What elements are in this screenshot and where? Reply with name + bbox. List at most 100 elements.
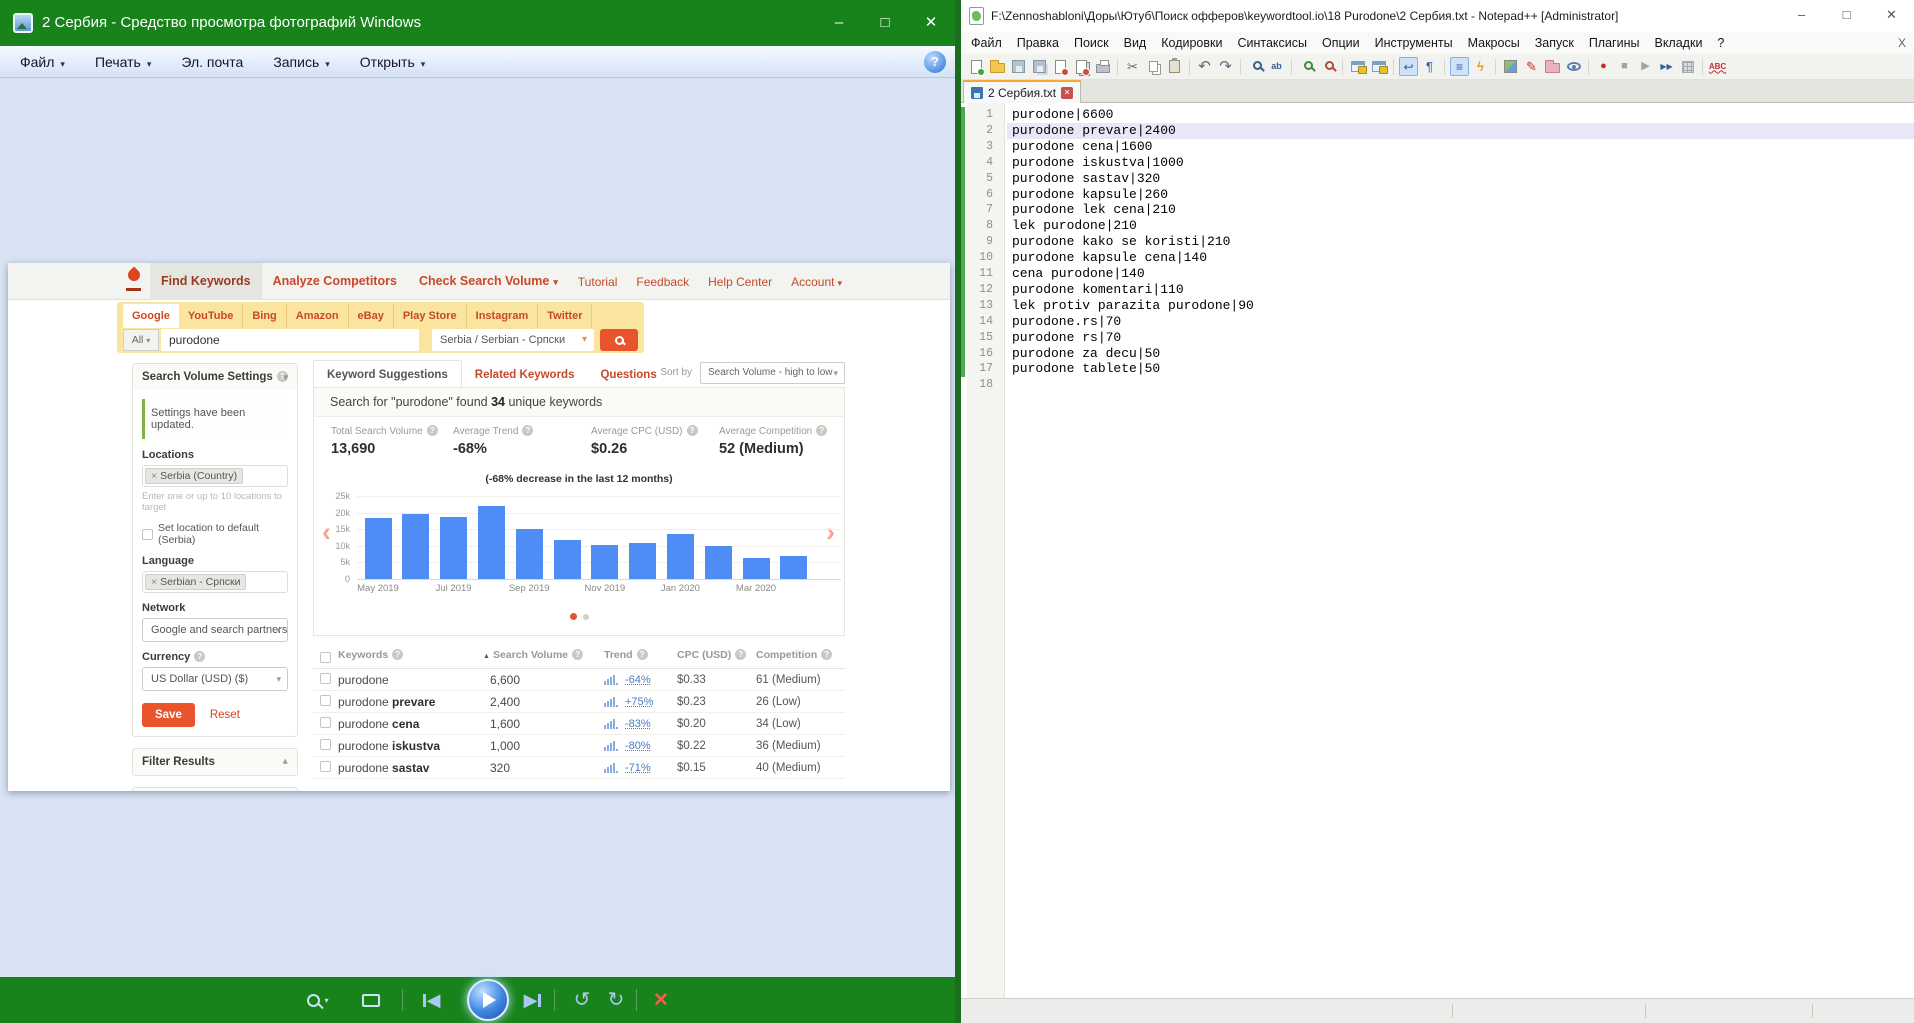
editor-line[interactable]: cena purodone|140 xyxy=(1012,266,1145,282)
editor-line[interactable]: purodone tablete|50 xyxy=(1012,361,1160,377)
table-row[interactable]: purodone6,600-64%$0.3361 (Medium) xyxy=(313,669,845,691)
editor-line[interactable]: purodone prevare|2400 xyxy=(1012,123,1176,139)
save-button[interactable]: Save xyxy=(142,703,195,727)
rotate-counterclockwise-button[interactable]: ↺ xyxy=(566,977,598,1023)
header-link-help-center[interactable]: Help Center xyxy=(708,275,772,289)
viewer-menu-item-1[interactable]: Файл xyxy=(20,54,65,70)
editor-line[interactable]: purodone.rs|70 xyxy=(1012,314,1121,330)
engine-tab-amazon[interactable]: Amazon xyxy=(287,304,349,328)
notepad-maximize-icon[interactable]: □ xyxy=(1824,0,1869,30)
table-row[interactable]: purodone cena1,600-83%$0.2034 (Low) xyxy=(313,713,845,735)
scope-dropdown[interactable]: All xyxy=(123,329,159,351)
nav-tab-analyze-competitors[interactable]: Analyze Competitors xyxy=(262,263,408,300)
toolbar-macro-save-icon[interactable] xyxy=(1678,57,1697,76)
search-volume-settings-header[interactable]: Search Volume Settings xyxy=(133,364,297,390)
notepad-menu-поиск[interactable]: Поиск xyxy=(1074,36,1109,50)
editor-line[interactable]: purodone rs|70 xyxy=(1012,330,1121,346)
editor-line[interactable]: purodone cena|1600 xyxy=(1012,139,1152,155)
location-tag[interactable]: ×Serbia (Country) xyxy=(145,468,243,484)
tag-remove-icon[interactable]: × xyxy=(151,576,157,588)
row-checkbox[interactable] xyxy=(320,761,331,772)
editor-line[interactable]: lek protiv parazita purodone|90 xyxy=(1012,298,1254,314)
trend-cell[interactable]: -64% xyxy=(625,669,651,691)
notepad-menu-плагины[interactable]: Плагины xyxy=(1589,36,1640,50)
notepad-close-icon[interactable]: ✕ xyxy=(1869,0,1914,30)
rotate-clockwise-button[interactable]: ↻ xyxy=(600,977,632,1023)
trend-cell[interactable]: -83% xyxy=(625,713,651,735)
toolbar-replace-icon[interactable]: ab xyxy=(1267,57,1286,76)
results-tab-related-keywords[interactable]: Related Keywords xyxy=(462,361,588,389)
editor-line[interactable]: purodone za decu|50 xyxy=(1012,346,1160,362)
negative-keywords-header[interactable]: Negative Keywords xyxy=(133,788,297,791)
toolbar-folder-as-workspace-icon[interactable] xyxy=(1543,57,1562,76)
reset-button[interactable]: Reset xyxy=(210,709,240,721)
network-select[interactable]: Google and search partners xyxy=(142,618,288,642)
row-checkbox[interactable] xyxy=(320,717,331,728)
nav-tab-find-keywords[interactable]: Find Keywords xyxy=(150,263,262,300)
viewer-menu-item-5[interactable]: Открыть xyxy=(360,54,426,70)
toolbar-paste-icon[interactable] xyxy=(1165,57,1184,76)
table-row[interactable]: purodone sastav320-71%$0.1540 (Medium) xyxy=(313,757,845,779)
notepad-menu-вкладки[interactable]: Вкладки xyxy=(1654,36,1702,50)
toolbar-save-all-icon[interactable] xyxy=(1030,57,1049,76)
notepad-menu-файл[interactable]: Файл xyxy=(971,36,1002,50)
zoom-tool[interactable]: ▾ xyxy=(298,977,338,1023)
engine-tab-youtube[interactable]: YouTube xyxy=(179,304,243,328)
document-tab[interactable]: 2 Сербия.txt ✕ xyxy=(963,80,1081,103)
toolbar-monitoring-icon[interactable] xyxy=(1564,57,1583,76)
engine-tab-ebay[interactable]: eBay xyxy=(349,304,394,328)
nav-tab-check-search-volume[interactable]: Check Search Volume xyxy=(408,263,569,300)
column-header-trend[interactable]: Trend xyxy=(604,649,648,661)
notepad-minimize-icon[interactable]: – xyxy=(1779,0,1824,30)
header-link-feedback[interactable]: Feedback xyxy=(636,275,689,289)
header-link-account[interactable]: Account xyxy=(791,275,842,289)
results-tab-questions[interactable]: Questions xyxy=(587,361,669,389)
chart-page-dot-1[interactable] xyxy=(570,613,577,620)
editor-line[interactable]: purodone kapsule cena|140 xyxy=(1012,250,1207,266)
toolbar-copy-icon[interactable] xyxy=(1144,57,1163,76)
engine-tab-google[interactable]: Google xyxy=(123,304,179,328)
engine-tab-bing[interactable]: Bing xyxy=(243,304,286,328)
editor-line[interactable]: purodone|6600 xyxy=(1012,107,1113,123)
next-button[interactable]: ▶ xyxy=(516,977,550,1023)
currency-select[interactable]: US Dollar (USD) ($) xyxy=(142,667,288,691)
trend-cell[interactable]: -71% xyxy=(625,757,651,779)
notepad-menu-запуск[interactable]: Запуск xyxy=(1535,36,1574,50)
trend-cell[interactable]: +75% xyxy=(625,691,653,713)
row-checkbox[interactable] xyxy=(320,695,331,706)
toolbar-new-file-icon[interactable] xyxy=(967,57,986,76)
toolbar-spell-check-icon[interactable]: ABC xyxy=(1708,57,1727,76)
toolbar-save-file-icon[interactable] xyxy=(1009,57,1028,76)
tab-close-icon[interactable]: ✕ xyxy=(1061,87,1073,99)
language-input[interactable]: ×Serbian - Српски xyxy=(142,571,288,593)
notepad-menu-макросы[interactable]: Макросы xyxy=(1468,36,1520,50)
viewer-menu-item-2[interactable]: Печать xyxy=(95,54,151,70)
toolbar-function-list-icon[interactable]: ✎ xyxy=(1522,57,1541,76)
notepad-menu-вид[interactable]: Вид xyxy=(1124,36,1147,50)
text-editor-area[interactable]: 1purodone|66002purodone prevare|24003pur… xyxy=(961,103,1914,998)
editor-line[interactable]: lek purodone|210 xyxy=(1012,218,1137,234)
chart-page-dot-2[interactable] xyxy=(583,614,589,620)
toolbar-close-file-icon[interactable] xyxy=(1051,57,1070,76)
toolbar-redo-icon[interactable]: ↷ xyxy=(1216,57,1235,76)
menubar-close-icon[interactable]: X xyxy=(1898,36,1906,50)
editor-line[interactable]: purodone kapsule|260 xyxy=(1012,187,1168,203)
engine-tab-twitter[interactable]: Twitter xyxy=(538,304,592,328)
notepad-menu-help[interactable]: ? xyxy=(1717,36,1724,50)
toolbar-cut-icon[interactable]: ✂ xyxy=(1123,57,1142,76)
slideshow-button[interactable] xyxy=(466,977,510,1023)
notepad-menu-опции[interactable]: Опции xyxy=(1322,36,1360,50)
search-button[interactable] xyxy=(600,329,638,351)
actual-size-tool[interactable] xyxy=(356,977,386,1023)
notepad-menu-инструменты[interactable]: Инструменты xyxy=(1375,36,1453,50)
language-tag[interactable]: ×Serbian - Српски xyxy=(145,574,246,590)
table-row[interactable]: purodone prevare2,400+75%$0.2326 (Low) xyxy=(313,691,845,713)
trend-cell[interactable]: -80% xyxy=(625,735,651,757)
editor-line[interactable]: purodone komentari|110 xyxy=(1012,282,1184,298)
toolbar-macro-play-icon[interactable]: ▶ xyxy=(1636,57,1655,76)
location-language-dropdown[interactable]: Serbia / Serbian - Српски xyxy=(432,329,594,351)
toolbar-word-wrap-icon[interactable]: ↩ xyxy=(1399,57,1418,76)
toolbar-print-icon[interactable] xyxy=(1093,57,1112,76)
notepad-menu-кодировки[interactable]: Кодировки xyxy=(1161,36,1222,50)
viewer-help-icon[interactable]: ? xyxy=(924,51,946,73)
